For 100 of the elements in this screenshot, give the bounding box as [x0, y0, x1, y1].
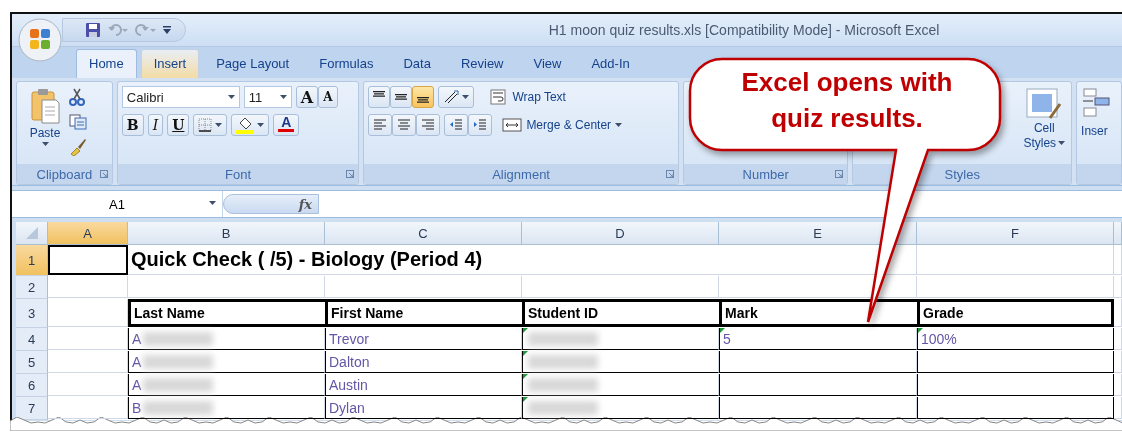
fill-color-button[interactable]: [231, 114, 270, 136]
table-cell: B: [128, 397, 325, 419]
caret-icon[interactable]: [257, 123, 265, 127]
group-label: Font: [225, 166, 252, 182]
row-header[interactable]: 2: [16, 276, 48, 299]
group-label-strip: [1077, 164, 1121, 184]
copy-icon[interactable]: [69, 114, 87, 130]
align-middle-icon: [395, 94, 408, 100]
column-heading-cell: Grade: [917, 299, 1114, 327]
window-title: H1 moon quiz results.xls [Compatibility Mode] - Microsoft Excel: [547, 22, 941, 38]
font-name-field[interactable]: Calibri: [121, 86, 240, 108]
increase-indent-icon: [473, 118, 488, 132]
ribbon-tab[interactable]: Page Layout: [203, 49, 303, 78]
caret-icon[interactable]: [462, 95, 470, 99]
column-header[interactable]: B: [128, 222, 325, 245]
grow-font-button[interactable]: A: [295, 86, 319, 108]
group-label: Number: [742, 166, 789, 182]
align-top-icon: [373, 91, 386, 97]
font-color-button[interactable]: A: [273, 114, 300, 136]
ribbon-tab[interactable]: Home: [76, 49, 137, 78]
ribbon-tab[interactable]: Review: [447, 49, 517, 78]
row-header[interactable]: 6: [16, 374, 48, 397]
group-label: Clipboard: [36, 166, 93, 182]
row-header[interactable]: 4: [16, 328, 48, 351]
row-header[interactable]: 3: [16, 299, 48, 328]
table-cell: Austin: [325, 374, 522, 396]
borders-icon: [198, 118, 213, 132]
column-heading-cell: Student ID: [522, 299, 719, 327]
ribbon-tab[interactable]: Formulas: [306, 49, 387, 78]
align-center-icon: [397, 118, 412, 132]
table-cell: A: [128, 351, 325, 373]
vertical-align-button[interactable]: [368, 86, 391, 108]
insert-function-button[interactable]: fx: [223, 194, 319, 214]
wrap-text-button[interactable]: Wrap Text: [488, 87, 568, 107]
decrease-indent-icon: [449, 118, 464, 132]
align-center-button[interactable]: [392, 114, 417, 136]
cell-styles-icon: [1026, 88, 1063, 120]
caret-icon[interactable]: [279, 95, 287, 99]
angled-text-icon: [443, 90, 460, 104]
column-header[interactable]: C: [325, 222, 522, 245]
paste-icon[interactable]: [30, 88, 60, 124]
align-right-button[interactable]: [416, 114, 441, 136]
table-cell: Dalton: [325, 351, 522, 373]
cell-styles-button[interactable]: Cell Styles: [1021, 86, 1068, 160]
borders-button[interactable]: [193, 114, 228, 136]
merge-center-button[interactable]: Merge & Center: [500, 116, 625, 134]
save-icon[interactable]: [85, 22, 101, 38]
row-header[interactable]: 7: [16, 397, 48, 420]
name-box-caret-icon[interactable]: [209, 201, 216, 205]
column-header[interactable]: F: [917, 222, 1114, 245]
ribbon-tab[interactable]: Insert: [140, 49, 200, 78]
corner-triangle-icon: [25, 227, 38, 239]
ribbon-tab[interactable]: View: [520, 49, 575, 78]
row-header[interactable]: 1: [16, 245, 48, 276]
row-header[interactable]: 5: [16, 351, 48, 374]
shrink-font-button[interactable]: A: [318, 86, 338, 108]
paint-bucket-icon: [236, 116, 255, 134]
column-heading-cell: First Name: [325, 299, 522, 327]
callout-text: Excel opens with quiz results.: [740, 66, 954, 135]
caret-icon[interactable]: [615, 123, 623, 127]
table-cell: A: [128, 374, 325, 396]
vertical-align-button[interactable]: [412, 86, 435, 108]
wrap-text-icon: [490, 89, 509, 105]
align-left-icon: [373, 118, 388, 132]
caret-icon[interactable]: [215, 123, 223, 127]
sheet-title: Quick Check ( /5) - Biology (Period 4): [128, 245, 719, 275]
align-bottom-icon: [417, 97, 430, 103]
align-right-icon: [421, 118, 436, 132]
cut-icon[interactable]: [69, 88, 85, 106]
paintbrush-icon[interactable]: [69, 138, 87, 156]
increase-indent-button[interactable]: [468, 114, 493, 136]
underline-button[interactable]: U: [167, 114, 190, 136]
paste-caret-icon[interactable]: [41, 142, 49, 146]
active-cell[interactable]: [48, 245, 128, 275]
insert-cells-icon: [1081, 88, 1112, 118]
caret-icon[interactable]: [227, 95, 235, 99]
caret-icon[interactable]: [1058, 141, 1066, 145]
paste-button[interactable]: Paste: [21, 86, 69, 160]
color-bar-icon: [278, 129, 295, 132]
group-label: Styles: [944, 166, 980, 182]
merge-cells-icon: [502, 118, 523, 132]
orientation-button[interactable]: [438, 86, 475, 108]
table-cell: Trevor: [325, 328, 522, 350]
decrease-indent-button[interactable]: [444, 114, 469, 136]
ribbon-tab[interactable]: Data: [390, 49, 444, 78]
column-header[interactable]: E: [719, 222, 917, 245]
table-cell: A: [128, 328, 325, 350]
customize-caret-icon[interactable]: [163, 26, 171, 34]
italic-button[interactable]: I: [147, 114, 164, 136]
vertical-align-button[interactable]: [390, 86, 413, 108]
column-heading-cell: Mark: [719, 299, 917, 327]
name-box[interactable]: A1: [12, 191, 223, 217]
table-cell: 5: [719, 328, 917, 350]
insert-cells-button[interactable]: Inser: [1081, 86, 1114, 160]
column-header[interactable]: A: [48, 222, 128, 245]
ribbon-tab[interactable]: Add-In: [578, 49, 643, 78]
bold-button[interactable]: B: [121, 114, 144, 136]
column-header[interactable]: D: [522, 222, 719, 245]
align-left-button[interactable]: [368, 114, 393, 136]
font-size-field[interactable]: 11: [243, 86, 292, 108]
